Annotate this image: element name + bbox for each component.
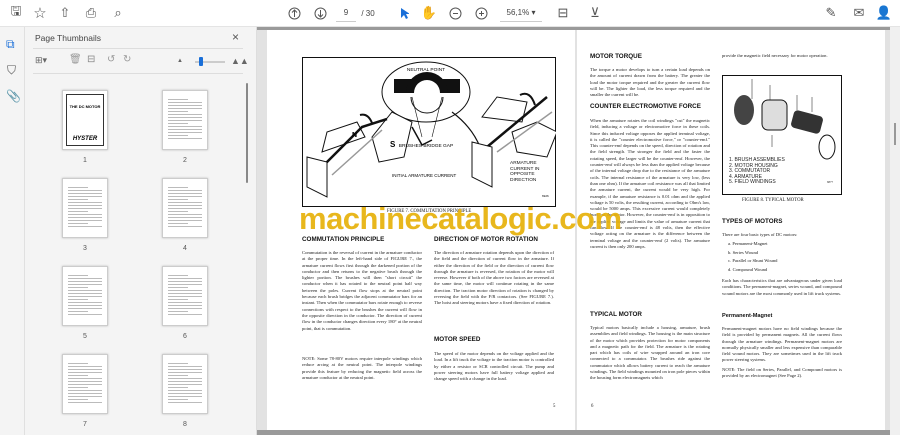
page-thumbnail[interactable]	[162, 178, 208, 238]
figure-7-commutation: NEUTRAL POINT BRUSHES BRIDGE GAP INITIAL…	[302, 57, 556, 207]
thumbnail-label: 4	[183, 245, 187, 252]
page-total: / 30	[361, 8, 375, 18]
close-panel-button[interactable]: ×	[232, 30, 239, 44]
label-brushes: BRUSHES BRIDGE GAP	[399, 143, 453, 149]
zoom-out-icon[interactable]	[448, 4, 462, 22]
thumbnail-label: 3	[83, 245, 87, 252]
para-motor-torque: The torque a motor develops to turn a ce…	[590, 67, 710, 98]
figure-8-legend: 1. BRUSH ASSEMBLIES 2. MOTOR HOUSING 3. CO…	[729, 157, 785, 186]
figure-8-caption: FIGURE 8. TYPICAL MOTOR	[742, 198, 804, 203]
para-permanent-magnet: Permanent-magnet motors have no field wi…	[722, 326, 842, 363]
page-fit-icon[interactable]: ⊟	[556, 4, 570, 22]
next-page-icon[interactable]	[313, 4, 327, 22]
heading-typical-motor: TYPICAL MOTOR	[590, 311, 642, 318]
page-thumbnail[interactable]: THE DC MOTOR HYSTER	[62, 90, 108, 150]
types-list: a. Permanent-Magnet b. Series Wound c. Par…	[728, 241, 778, 272]
thumbnail-label: 7	[83, 421, 87, 428]
save-icon[interactable]: 🖫	[9, 3, 23, 22]
thumbnail-label: 6	[183, 333, 187, 340]
page-number: 6	[591, 404, 594, 409]
para-motor-speed: The speed of the motor depends on the vo…	[434, 351, 554, 382]
sign-icon[interactable]: ✎	[824, 4, 838, 22]
para-provide: provide the magnetic field necessary for…	[722, 53, 828, 58]
watermark: machinecatalogic.com	[299, 201, 622, 236]
large-thumbnails-icon[interactable]: ▲▲	[231, 56, 249, 66]
prev-page-icon[interactable]	[287, 4, 301, 22]
select-cursor-icon[interactable]	[398, 4, 410, 22]
page-number-input[interactable]: 9	[336, 4, 356, 22]
heading-types: TYPES OF MOTORS	[722, 218, 783, 225]
toolbar: 🖫 ☆ ⇧ ⎙ ⌕ 9 / 30 ✋ 56,1% ▾ ⊟ ⊻ ✎ ✉ 👤	[0, 0, 900, 27]
pole-n: N	[352, 132, 357, 139]
small-thumbnails-icon[interactable]: ▲	[177, 58, 183, 64]
star-icon[interactable]: ☆	[32, 4, 48, 22]
page-thumbnail[interactable]	[162, 354, 208, 414]
page-thumbnail[interactable]	[162, 90, 208, 150]
thumbnail-label: 8	[183, 421, 187, 428]
heading-direction: DIRECTION OF MOTOR ROTATION	[434, 236, 538, 243]
label-opposite-current: ARMATURE CURRENT IN OPPOSITE DIRECTION	[510, 161, 540, 183]
attachment-icon[interactable]: 📎	[6, 89, 21, 103]
thumbnail-label: 1	[83, 157, 87, 164]
panel-title: Page Thumbnails	[35, 33, 101, 43]
search-icon[interactable]: ⌕	[111, 4, 125, 22]
left-rail: ⧉ ⛉ 📎	[0, 27, 25, 435]
cover-title: THE DC MOTOR	[69, 104, 101, 109]
para-commutation: Commutation is the reversal of current i…	[302, 250, 422, 331]
thumbnail-label: 5	[83, 333, 87, 340]
delete-icon[interactable]: 🗑	[69, 54, 82, 65]
note-interpole: NOTE: Some 78-80V motors require interpo…	[302, 356, 422, 380]
thumbnail-label: 2	[183, 157, 187, 164]
page-6: MOTOR TORQUE The torque a motor develops…	[577, 30, 885, 430]
zoom-in-icon[interactable]	[474, 4, 488, 22]
page-thumbnail[interactable]	[62, 266, 108, 326]
thumbnail-size-slider[interactable]	[195, 57, 225, 66]
pole-s: S	[390, 140, 396, 149]
heading-motor-speed: MOTOR SPEED	[434, 336, 481, 343]
para-typical-motor: Typical motors basically include a housi…	[590, 325, 710, 381]
para-types: There are four basic types of DC motors:	[722, 232, 798, 237]
page-thumbnails-icon[interactable]: ⧉	[6, 37, 15, 52]
bookmark-icon[interactable]: ⛉	[7, 63, 16, 78]
thumbnail-options-icon[interactable]: ⊞▾	[35, 55, 47, 66]
note-field: NOTE: The field on Series, Parallel, and…	[722, 367, 842, 379]
page-thumbnail[interactable]	[62, 178, 108, 238]
heading-motor-torque: MOTOR TORQUE	[590, 53, 642, 60]
rotate-left-icon[interactable]: ↺	[107, 54, 115, 65]
para-characteristics: Each has characteristics that are advant…	[722, 278, 842, 296]
para-direction: The direction of armature rotation depen…	[434, 250, 554, 306]
account-icon[interactable]: 👤	[876, 4, 892, 22]
hand-tool-icon[interactable]: ✋	[421, 4, 437, 22]
cover-brand: HYSTER	[72, 136, 98, 142]
figure-code: 6926	[542, 194, 549, 198]
email-icon[interactable]: ✉	[852, 4, 866, 22]
rotate-right-icon[interactable]: ↻	[123, 54, 131, 65]
thumbnails-panel: Page Thumbnails × ⊞▾ 🗑 ⊟ ↺ ↻ ▲ ▲▲ THE DC…	[25, 27, 257, 435]
page-number: 5	[553, 404, 556, 409]
figure-code: 6877	[827, 180, 833, 184]
label-initial-current: INITIAL ARMATURE CURRENT	[392, 173, 457, 178]
label-neutral-point: NEUTRAL POINT	[407, 67, 445, 73]
slider-handle[interactable]	[199, 57, 203, 66]
zoom-value: 56,1%	[506, 8, 530, 17]
heading-cemf: COUNTER ELECTROMOTIVE FORCE	[590, 103, 701, 110]
page-thumbnail[interactable]	[162, 266, 208, 326]
insert-page-icon[interactable]: ⊟	[87, 54, 95, 65]
zoom-level-dropdown[interactable]: 56,1% ▾	[500, 4, 542, 22]
heading-commutation: COMMUTATION PRINCIPLE	[302, 236, 385, 243]
panel-scrollbar[interactable]	[246, 83, 248, 183]
cloud-upload-icon[interactable]: ⇧	[58, 4, 72, 22]
scroll-thumb[interactable]	[894, 123, 896, 145]
document-scrollbar[interactable]	[890, 27, 900, 435]
page-thumbnail[interactable]	[62, 354, 108, 414]
heading-permanent-magnet: Permanent-Magnet	[722, 313, 773, 319]
scroll-mode-icon[interactable]: ⊻	[588, 4, 602, 22]
print-icon[interactable]: ⎙	[83, 4, 99, 22]
